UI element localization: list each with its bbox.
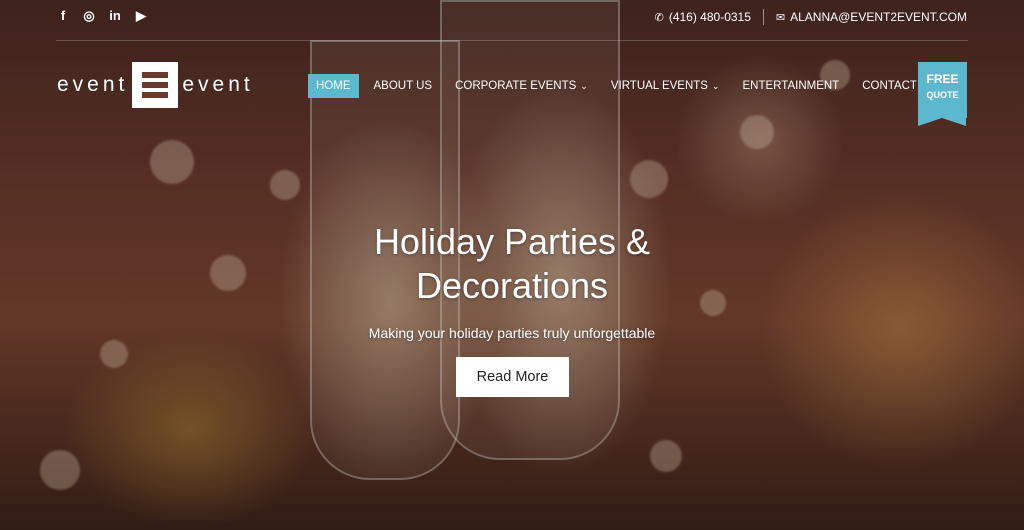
phone-link[interactable]: (416) 480-0315 — [669, 10, 751, 24]
hero-headline-line-2: Decorations — [415, 265, 609, 306]
hero-headline-line-1: Holiday Parties & — [373, 221, 651, 262]
youtube-icon[interactable]: ▶ — [134, 8, 148, 24]
contact-divider — [762, 9, 764, 25]
linkedin-icon[interactable]: in — [108, 8, 122, 24]
nav-entertainment[interactable]: ENTERTAINMENT — [735, 74, 848, 98]
logo-word-left: event — [57, 73, 129, 96]
chevron-down-icon: ⌄ — [580, 81, 588, 91]
social-links: f ◎ in ▶ — [56, 8, 148, 24]
instagram-icon[interactable]: ◎ — [82, 8, 96, 24]
site-logo[interactable]: event event — [57, 62, 254, 108]
logo-word-right: event — [182, 73, 254, 96]
header-divider — [56, 40, 968, 41]
email-link[interactable]: ALANNA@EVENT2EVENT.COM — [790, 10, 967, 24]
read-more-button[interactable]: Read More — [456, 357, 569, 397]
logo-mark-icon — [132, 62, 179, 108]
nav-corporate-label: CORPORATE EVENTS — [455, 80, 577, 92]
nav-corporate-events[interactable]: CORPORATE EVENTS ⌄ — [447, 74, 596, 98]
chevron-down-icon: ⌄ — [711, 81, 720, 91]
nav-home[interactable]: HOME — [308, 74, 359, 98]
nav-virtual-events[interactable]: VIRTUAL EVENTS ⌄ — [603, 74, 728, 98]
phone-icon: ✆ — [654, 11, 664, 24]
nav-virtual-label: VIRTUAL EVENTS — [610, 80, 708, 92]
envelope-icon: ✉ — [775, 11, 786, 24]
facebook-icon[interactable]: f — [56, 8, 70, 24]
contact-info: ✆ (416) 480-0315 ✉ ALANNA@EVENT2EVENT.CO… — [655, 9, 967, 25]
free-quote-button[interactable]: FREE QUOTE — [918, 62, 967, 126]
hero-headline: Holiday Parties & Decorations — [312, 220, 712, 308]
main-nav: HOME ABOUT US CORPORATE EVENTS ⌄ VIRTUAL … — [308, 74, 951, 98]
quote-line-1: FREE — [926, 72, 959, 86]
nav-about[interactable]: ABOUT US — [366, 74, 441, 98]
hero-subline: Making your holiday parties truly unforg… — [368, 325, 656, 341]
quote-line-2: QUOTE — [926, 90, 959, 100]
top-bar: f ◎ in ▶ ✆ (416) 480-0315 ✉ ALANNA@EVENT… — [0, 0, 1024, 38]
